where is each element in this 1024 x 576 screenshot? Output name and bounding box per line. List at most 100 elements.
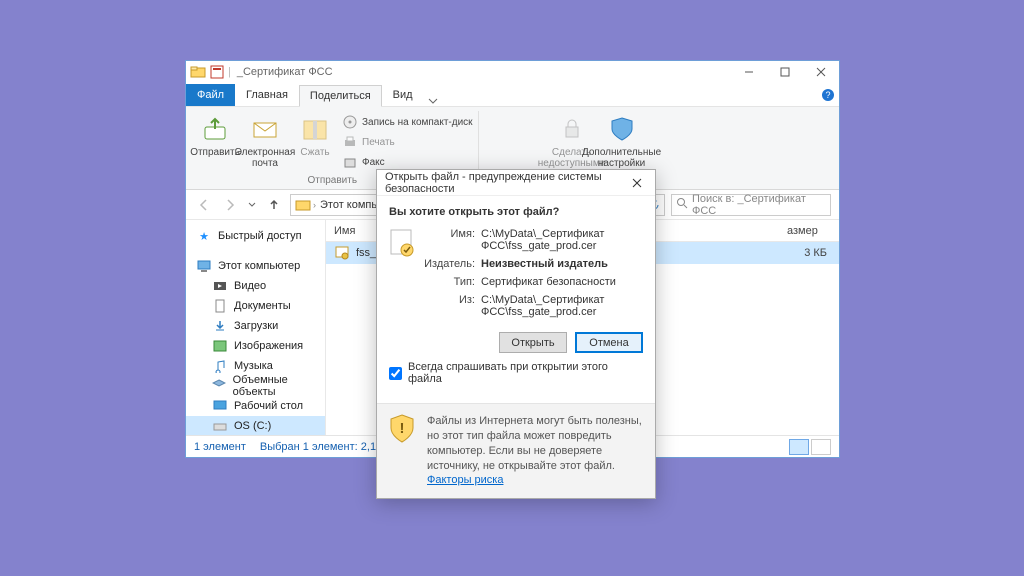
restrict-button[interactable]: Сделать недоступными	[549, 109, 595, 169]
window-buttons	[731, 61, 839, 83]
qat-divider: |	[228, 66, 231, 78]
print-button[interactable]: Печать	[342, 133, 473, 151]
svg-text:!: !	[400, 420, 405, 437]
open-button[interactable]: Открыть	[499, 332, 567, 353]
print-icon	[342, 134, 358, 150]
document-icon	[212, 298, 228, 314]
folder-icon	[190, 64, 206, 80]
search-placeholder: Поиск в: _Сертификат ФСС	[692, 193, 826, 217]
nav-recent-button[interactable]	[246, 195, 258, 215]
svg-text:?: ?	[825, 90, 830, 100]
nav-documents[interactable]: Документы	[186, 296, 325, 316]
disc-icon	[342, 114, 358, 130]
label-from: Из:	[421, 294, 475, 318]
email-label: Электронная почта	[235, 147, 295, 169]
dialog-body: Вы хотите открыть этот файл? Имя:C:\MyDa…	[377, 196, 655, 403]
certificate-icon	[334, 245, 350, 261]
video-icon	[212, 278, 228, 294]
share-label: Отправить	[190, 147, 240, 158]
ribbon-collapse-button[interactable]	[424, 96, 442, 106]
burn-label: Запись на компакт-диск	[362, 117, 473, 128]
file-size: 3 КБ	[804, 247, 827, 259]
value-publisher: Неизвестный издатель	[481, 258, 643, 270]
nav-downloads[interactable]: Загрузки	[186, 316, 325, 336]
fax-label: Факс	[362, 157, 385, 168]
dialog-question: Вы хотите открыть этот файл?	[389, 206, 643, 218]
titlebar: | _Сертификат ФСС	[186, 61, 839, 83]
nav-forward-button[interactable]	[220, 195, 240, 215]
pc-icon	[196, 258, 212, 274]
burn-button[interactable]: Запись на компакт-диск	[342, 113, 473, 131]
share-icon	[199, 113, 231, 145]
chevron-right-icon[interactable]: ›	[313, 200, 316, 210]
restrict-label: Сделать недоступными	[538, 147, 606, 169]
search-input[interactable]: Поиск в: _Сертификат ФСС	[671, 194, 831, 216]
nav-videos[interactable]: Видео	[186, 276, 325, 296]
dialog-titlebar: Открыть файл - предупреждение системы бе…	[377, 170, 655, 196]
print-label: Печать	[362, 137, 395, 148]
close-button[interactable]	[803, 61, 839, 83]
nav-pictures[interactable]: Изображения	[186, 336, 325, 356]
dialog-title: Открыть файл - предупреждение системы бе…	[385, 171, 627, 195]
email-icon	[249, 113, 281, 145]
cube-icon	[212, 378, 227, 394]
lock-icon	[556, 113, 588, 145]
picture-icon	[212, 338, 228, 354]
nav-os-drive[interactable]: OS (C:)	[186, 416, 325, 435]
zip-label: Сжать	[300, 147, 329, 158]
properties-icon[interactable]	[210, 65, 224, 79]
email-button[interactable]: Электронная почта	[242, 109, 288, 169]
nav-music[interactable]: Музыка	[186, 356, 325, 376]
ribbon-tabs: Файл Главная Поделиться Вид ?	[186, 83, 839, 106]
fax-icon	[342, 154, 358, 170]
download-icon	[212, 318, 228, 334]
search-icon	[676, 197, 688, 212]
nav-3d-objects[interactable]: Объемные объекты	[186, 376, 325, 396]
drive-icon	[212, 418, 228, 434]
zip-icon	[299, 113, 331, 145]
quick-access-toolbar: |	[186, 64, 231, 80]
tab-view[interactable]: Вид	[382, 84, 424, 106]
dialog-close-button[interactable]	[627, 173, 647, 193]
help-button[interactable]: ?	[817, 84, 839, 106]
shield-settings-icon	[606, 113, 638, 145]
nav-tree[interactable]: ★Быстрый доступ Этот компьютер Видео Док…	[186, 220, 326, 435]
dialog-warning-footer: ! Файлы из Интернета могут быть полезны,…	[377, 403, 655, 498]
risk-factors-link[interactable]: Факторы риска	[427, 474, 503, 486]
tab-share[interactable]: Поделиться	[299, 85, 382, 107]
nav-quick-access[interactable]: ★Быстрый доступ	[186, 226, 325, 246]
warning-text: Файлы из Интернета могут быть полезны, н…	[427, 414, 643, 488]
window-title: _Сертификат ФСС	[237, 66, 333, 78]
value-from: C:\MyData\_Сертификат ФСС\fss_gate_prod.…	[481, 294, 643, 318]
nav-back-button[interactable]	[194, 195, 214, 215]
tab-file[interactable]: Файл	[186, 84, 235, 106]
star-icon: ★	[196, 228, 212, 244]
always-ask-input[interactable]	[389, 367, 402, 380]
view-details-button[interactable]	[789, 439, 809, 455]
label-type: Тип:	[421, 276, 475, 288]
nav-this-pc[interactable]: Этот компьютер	[186, 256, 325, 276]
cancel-button[interactable]: Отмена	[575, 332, 643, 353]
security-warning-dialog: Открыть файл - предупреждение системы бе…	[376, 169, 656, 499]
desktop-icon	[212, 398, 228, 414]
minimize-button[interactable]	[731, 61, 767, 83]
music-icon	[212, 358, 228, 374]
share-button[interactable]: Отправить	[192, 109, 238, 158]
file-type-icon	[389, 228, 421, 324]
tab-home[interactable]: Главная	[235, 84, 299, 106]
label-publisher: Издатель:	[421, 258, 475, 270]
always-ask-label: Всегда спрашивать при открытии этого фай…	[408, 361, 643, 385]
value-name: C:\MyData\_Сертификат ФСС\fss_gate_prod.…	[481, 228, 643, 252]
always-ask-checkbox[interactable]: Всегда спрашивать при открытии этого фай…	[389, 361, 643, 385]
folder-icon	[295, 197, 311, 213]
status-count: 1 элемент	[194, 441, 246, 453]
value-type: Сертификат безопасности	[481, 276, 643, 288]
view-icons-button[interactable]	[811, 439, 831, 455]
shield-warning-icon: !	[389, 414, 417, 488]
zip-button[interactable]: Сжать	[292, 109, 338, 158]
label-name: Имя:	[421, 228, 475, 252]
nav-desktop[interactable]: Рабочий стол	[186, 396, 325, 416]
nav-up-button[interactable]	[264, 195, 284, 215]
maximize-button[interactable]	[767, 61, 803, 83]
col-size[interactable]: азмер	[779, 220, 839, 241]
